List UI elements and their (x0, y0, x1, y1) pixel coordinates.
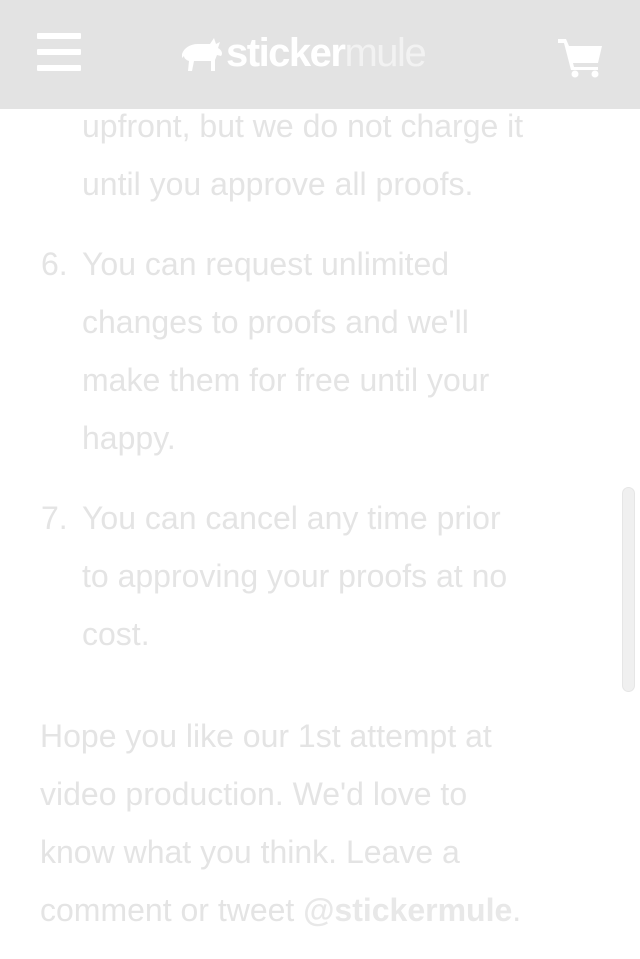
list-text-line: You can cancel any time prior (82, 500, 501, 536)
logo-word-secondary: mule (344, 31, 426, 75)
list-text-line: to approving your proofs at no (82, 558, 508, 594)
paragraph-line: know what you think. Leave a (40, 834, 460, 870)
list-number: 7. (41, 500, 68, 536)
site-header: stickermule (0, 0, 640, 109)
list-text: You can cancel any time prior to approvi… (82, 489, 602, 663)
list-text-line: cost. (82, 616, 150, 652)
list-text-line: happy. (82, 420, 176, 456)
list-item-5-continuation: upfront, but we do not charge it until y… (82, 97, 612, 213)
shopping-cart-icon[interactable] (558, 36, 604, 78)
list-text-line: changes to proofs and we'll (82, 304, 469, 340)
paragraph-line: comment or tweet @stickermule. (40, 881, 600, 939)
site-logo[interactable]: stickermule (180, 28, 427, 78)
logo-wordmark: stickermule (226, 28, 427, 78)
paragraph-text: comment or tweet (40, 892, 304, 928)
mule-logo-icon (182, 38, 222, 71)
hamburger-menu-icon[interactable] (37, 33, 81, 73)
page: upfront, but we do not charge it until y… (0, 0, 640, 959)
twitter-handle-link[interactable]: @stickermule (303, 892, 512, 928)
list-text-line: You can request unlimited (82, 246, 450, 282)
list-text-line: make them for free until your (82, 362, 490, 398)
end-punctuation: . (512, 892, 522, 928)
paragraph-line: Hope you like our 1st attempt at (40, 718, 492, 754)
list-text-line: until you approve all proofs. (82, 166, 474, 202)
logo-word-primary: sticker (226, 31, 346, 75)
closing-paragraph: Hope you like our 1st attempt at video p… (40, 707, 600, 939)
paragraph-line: video production. We'd love to (40, 776, 468, 812)
list-text: You can request unlimited changes to pro… (82, 235, 602, 467)
list-number: 6. (41, 246, 68, 282)
scrollbar-thumb[interactable] (622, 487, 635, 692)
